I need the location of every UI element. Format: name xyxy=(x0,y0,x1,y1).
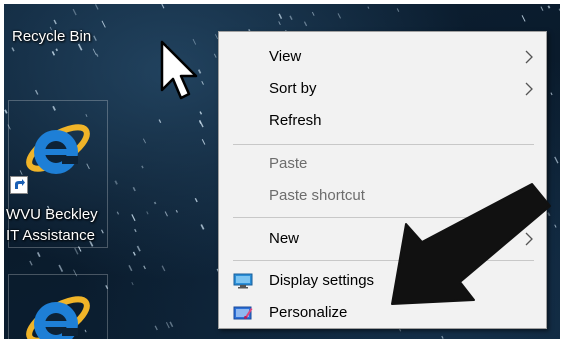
wallpaper-star xyxy=(55,48,59,52)
wvu-it-label-line1: WVU Beckley xyxy=(6,206,98,223)
wallpaper-star xyxy=(11,47,15,52)
menu-item-label: View xyxy=(269,48,302,65)
wallpaper-star xyxy=(94,4,99,10)
wallpaper-star xyxy=(36,252,41,258)
wallpaper-star xyxy=(396,8,400,12)
wallpaper-star xyxy=(278,21,281,26)
wallpaper-star xyxy=(201,80,204,85)
wallpaper-star xyxy=(198,119,204,128)
wallpaper-star xyxy=(34,89,39,95)
wallpaper-star xyxy=(101,20,106,28)
wallpaper-star xyxy=(74,247,79,255)
wallpaper-star xyxy=(154,325,158,331)
wallpaper-star xyxy=(547,5,551,9)
wallpaper-star xyxy=(550,92,553,96)
wallpaper-star xyxy=(114,180,118,185)
wallpaper-star xyxy=(278,13,283,19)
wallpaper-star xyxy=(337,13,342,19)
desktop[interactable]: Recycle Bin WVU Beckley IT Assistance Vi… xyxy=(4,4,560,339)
wallpaper-star xyxy=(161,4,165,9)
personalize-icon xyxy=(233,306,253,320)
wallpaper-star xyxy=(93,35,97,41)
internet-explorer-icon xyxy=(26,124,90,174)
wallpaper-star xyxy=(95,53,99,57)
wallpaper-star xyxy=(134,228,137,233)
wallpaper-star xyxy=(142,138,147,144)
menu-item-label: Paste shortcut xyxy=(269,187,365,204)
wallpaper-star xyxy=(136,245,141,252)
display-icon xyxy=(233,273,253,289)
wallpaper-star xyxy=(194,197,198,203)
wallpaper-star xyxy=(367,6,370,9)
wallpaper-star xyxy=(558,8,560,12)
shortcut-arrow-icon xyxy=(10,176,28,194)
wallpaper-star xyxy=(143,265,146,270)
wallpaper-star xyxy=(521,15,526,22)
annotation-arrow-icon xyxy=(391,183,551,305)
wallpaper-star xyxy=(131,214,136,222)
wallpaper-star xyxy=(141,165,144,169)
wallpaper-star xyxy=(441,335,444,339)
wallpaper-star xyxy=(132,186,136,192)
wallpaper-star xyxy=(213,53,217,58)
wallpaper-star xyxy=(53,19,57,25)
menu-separator xyxy=(233,144,534,145)
wallpaper-star xyxy=(201,139,206,145)
wallpaper-star xyxy=(311,11,315,16)
wallpaper-star xyxy=(175,209,178,213)
menu-item-sort-by[interactable]: Sort by xyxy=(219,74,546,104)
menu-item-label: Paste xyxy=(269,155,308,172)
wallpaper-star xyxy=(131,282,134,286)
wallpaper-star xyxy=(153,201,157,205)
wallpaper-star xyxy=(58,264,64,272)
wallpaper-star xyxy=(303,21,308,27)
menu-item-view[interactable]: View xyxy=(219,42,546,72)
wallpaper-star xyxy=(51,51,56,56)
menu-item-label: New xyxy=(269,230,300,247)
wallpaper-star xyxy=(92,48,97,56)
wallpaper-star xyxy=(540,6,544,11)
wallpaper-star xyxy=(164,211,168,217)
wallpaper-star xyxy=(72,8,77,16)
wallpaper-star xyxy=(29,260,33,266)
wallpaper-star xyxy=(4,109,8,114)
wallpaper-star xyxy=(289,15,293,21)
wallpaper-star xyxy=(554,156,559,164)
chevron-right-icon xyxy=(525,82,533,96)
menu-item-label: Personalize xyxy=(269,304,348,321)
wallpaper-star xyxy=(199,111,203,115)
wallpaper-star xyxy=(161,265,166,272)
wallpaper-star xyxy=(200,224,205,230)
wvu-it-label-line2: IT Assistance xyxy=(6,227,95,244)
wallpaper-star xyxy=(116,211,120,215)
menu-item-label: Refresh xyxy=(269,112,322,129)
wallpaper-star xyxy=(169,321,174,328)
menu-item-label: Sort by xyxy=(269,80,317,97)
wallpaper-star xyxy=(146,211,149,215)
menu-item-label: Display settings xyxy=(269,272,375,289)
wallpaper-star xyxy=(128,264,133,272)
wallpaper-star xyxy=(165,322,170,329)
menu-item-refresh[interactable]: Refresh xyxy=(219,106,546,136)
chevron-right-icon xyxy=(525,50,533,64)
recycle-bin-label[interactable]: Recycle Bin xyxy=(12,26,91,47)
wallpaper-star xyxy=(132,251,136,256)
menu-item-paste: Paste xyxy=(219,149,546,179)
wallpaper-star xyxy=(554,224,557,228)
wallpaper-star xyxy=(158,119,162,124)
mouse-pointer-icon xyxy=(160,40,198,100)
internet-explorer-icon xyxy=(26,296,90,339)
